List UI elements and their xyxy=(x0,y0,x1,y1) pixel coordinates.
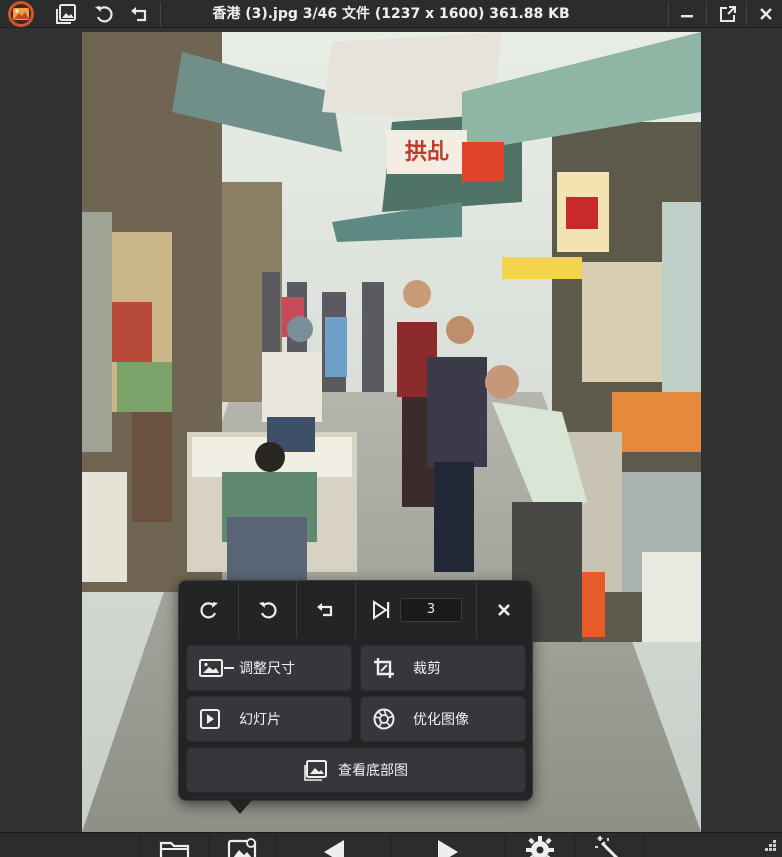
image-action-panel: 3 调整尺寸 裁剪 幻灯片 优化图像 查看底部图 xyxy=(178,580,533,801)
app-logo-icon[interactable] xyxy=(2,0,40,28)
crop-label: 裁剪 xyxy=(413,661,441,677)
title-bar: 香港 (3).jpg 3/46 文件 (1237 x 1600) 361.88 … xyxy=(0,0,782,28)
rotate-left-icon xyxy=(258,602,277,619)
rotate-left-icon[interactable] xyxy=(88,0,120,28)
rotate-left-button[interactable] xyxy=(239,582,297,638)
panel-top-row: 3 xyxy=(180,582,531,638)
skip-to-icon[interactable] xyxy=(370,599,392,621)
title-separator xyxy=(746,2,747,26)
panel-close-button[interactable] xyxy=(477,582,531,638)
undo-icon xyxy=(317,603,333,617)
crop-button[interactable]: 裁剪 xyxy=(360,645,526,691)
optimize-button[interactable]: 优化图像 xyxy=(360,696,526,742)
photo-icon xyxy=(304,759,338,781)
resize-label: 调整尺寸 xyxy=(239,661,295,677)
optimize-label: 优化图像 xyxy=(413,712,469,728)
panel-pointer xyxy=(228,800,252,814)
rotate-right-icon xyxy=(200,602,218,619)
slideshow-button[interactable]: 幻灯片 xyxy=(186,696,352,742)
settings-icon[interactable] xyxy=(506,833,574,857)
toolbar-separator xyxy=(643,835,644,857)
undo-button[interactable] xyxy=(297,582,356,638)
title-separator xyxy=(160,2,161,26)
view-bottom-button[interactable]: 查看底部图 xyxy=(186,747,526,793)
page-jump: 3 xyxy=(356,582,477,638)
slideshow-label: 幻灯片 xyxy=(239,712,281,728)
gallery-icon[interactable] xyxy=(50,0,82,28)
title-separator xyxy=(706,2,707,26)
title-separator xyxy=(668,2,669,26)
aperture-icon xyxy=(373,708,413,730)
svg-text:拱乩: 拱乩 xyxy=(405,140,449,165)
rotate-right-button[interactable] xyxy=(180,582,239,638)
undo-icon[interactable] xyxy=(124,0,156,28)
crop-icon xyxy=(373,657,413,679)
maximize-icon[interactable] xyxy=(712,0,744,28)
minimize-icon[interactable] xyxy=(672,0,702,28)
toolbar-separator xyxy=(390,835,391,857)
resize-button[interactable]: 调整尺寸 xyxy=(186,645,352,691)
play-icon xyxy=(199,708,239,730)
page-number-input[interactable]: 3 xyxy=(400,598,462,622)
prev-icon[interactable] xyxy=(296,833,372,857)
image-settings-icon[interactable] xyxy=(210,833,276,857)
magic-wand-icon[interactable] xyxy=(575,833,643,857)
close-icon xyxy=(498,604,510,616)
view-bottom-label: 查看底部图 xyxy=(338,763,408,779)
next-icon[interactable] xyxy=(410,833,486,857)
folder-icon[interactable] xyxy=(141,833,209,857)
resize-image-icon xyxy=(199,658,239,678)
close-icon[interactable] xyxy=(752,0,780,28)
bottom-toolbar xyxy=(0,832,782,857)
resize-grip-icon[interactable] xyxy=(756,833,780,857)
toolbar-separator xyxy=(276,835,277,857)
